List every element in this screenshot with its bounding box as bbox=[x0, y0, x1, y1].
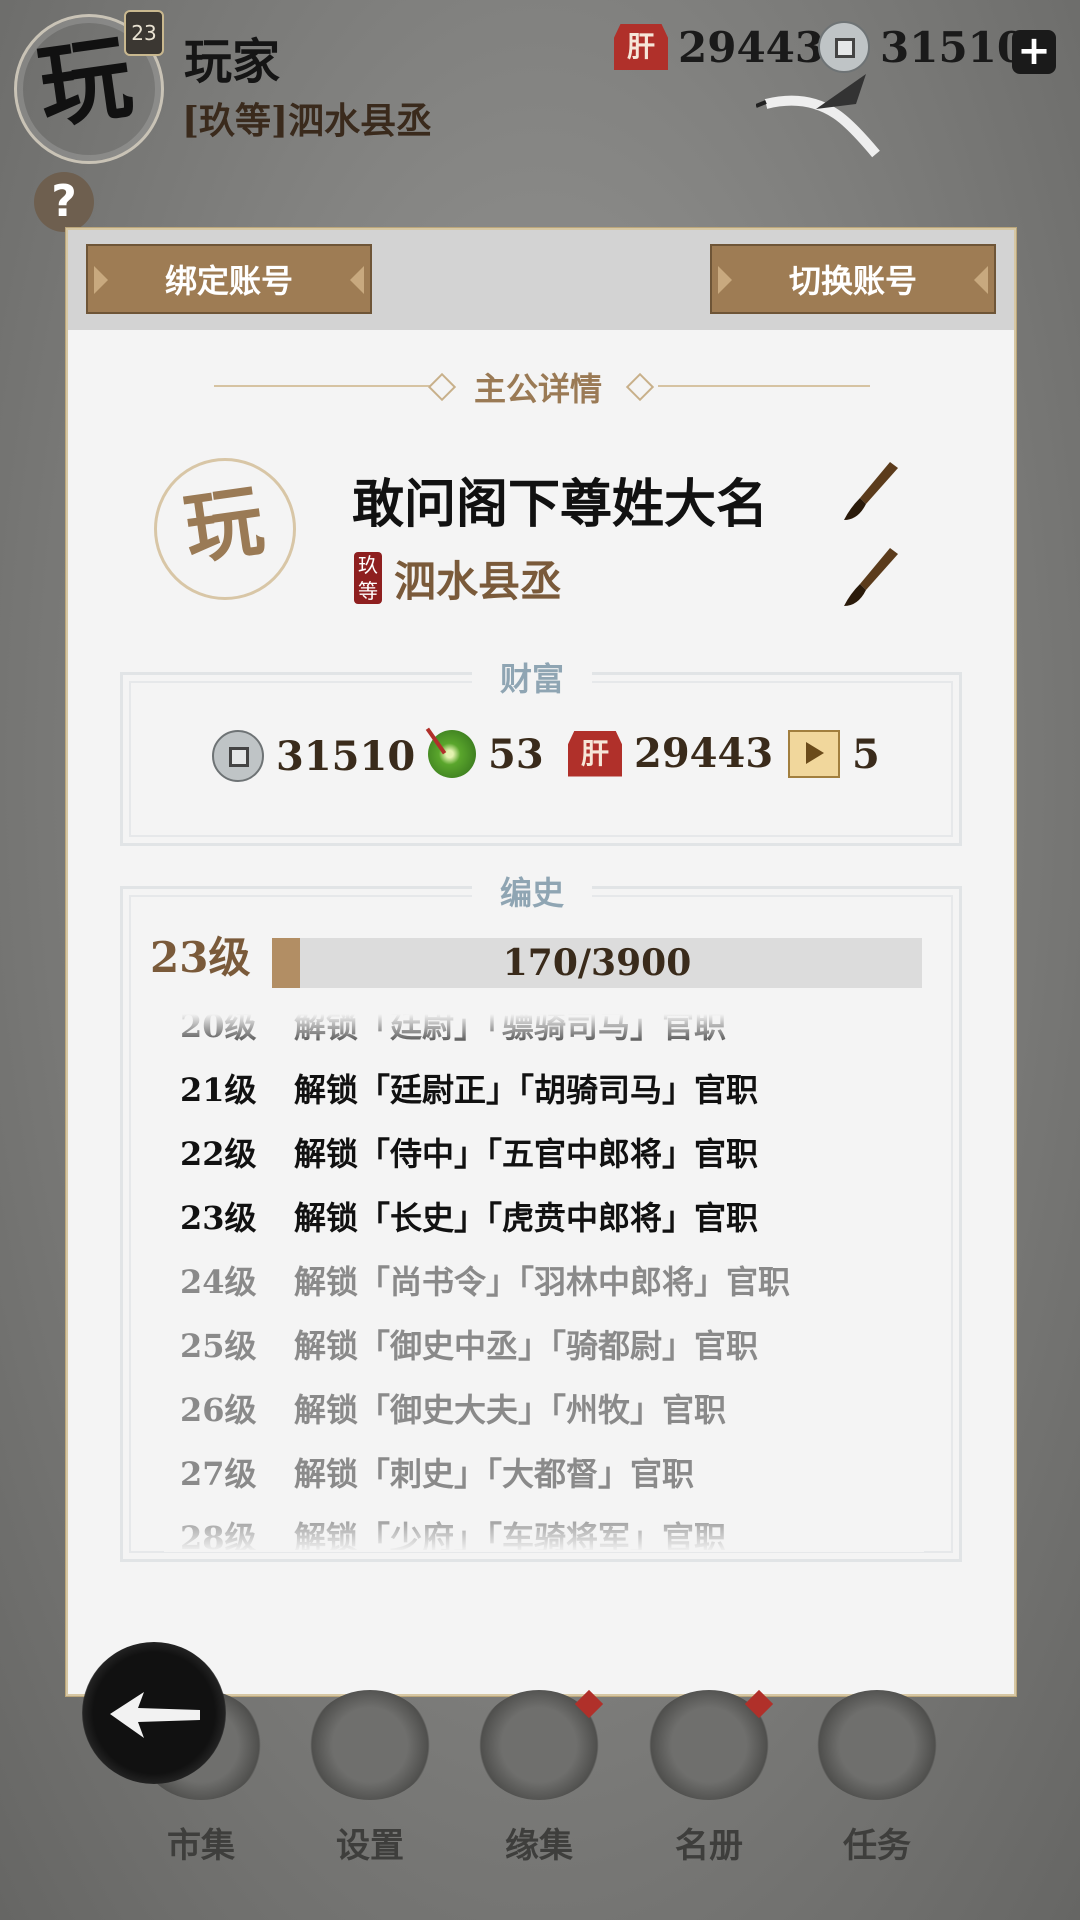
player-rank: [玖等]泗水县丞 bbox=[182, 100, 433, 142]
nav-item-2[interactable]: 缘集 bbox=[474, 1689, 604, 1867]
title-line-left bbox=[214, 385, 430, 387]
unlock-row: 24级 解锁「尚书令」「羽林中郎将」官职 bbox=[164, 1250, 924, 1314]
unlock-row: 25级 解锁「御史中丞」「骑都尉」官职 bbox=[164, 1314, 924, 1378]
unlock-level: 26级 bbox=[180, 1391, 257, 1429]
nav-item-4[interactable]: 任务 bbox=[812, 1690, 942, 1867]
edit-rank-brush-icon[interactable] bbox=[840, 544, 900, 614]
lord-name: 敢问阁下尊姓大名 bbox=[352, 474, 769, 535]
history-progress-text: 170/3900 bbox=[502, 942, 692, 984]
switch-account-button[interactable]: 切换账号 bbox=[710, 244, 996, 314]
scroll-icon bbox=[815, 1690, 939, 1800]
section-title: 主公详情 bbox=[474, 370, 603, 408]
jade-icon bbox=[428, 730, 476, 778]
list-fade-bottom bbox=[164, 1512, 924, 1552]
player-level-badge: 23 bbox=[124, 10, 164, 56]
back-button[interactable] bbox=[82, 1642, 226, 1784]
nav-label: 设置 bbox=[336, 1826, 404, 1866]
wealth-title: 财富 bbox=[472, 654, 593, 700]
unlock-text: 解锁「刺史」「大都督」官职 bbox=[294, 1455, 695, 1493]
back-arrow-icon bbox=[110, 1692, 200, 1738]
nav-label: 任务 bbox=[843, 1826, 911, 1866]
nav-label: 缘集 bbox=[505, 1826, 573, 1866]
liver-icon: 肝 bbox=[568, 730, 622, 777]
diamond-icon bbox=[427, 372, 457, 402]
wealth-liver: 肝 29443 bbox=[568, 730, 773, 777]
wealth-coin: 31510 bbox=[212, 730, 415, 782]
crane-decoration-icon bbox=[756, 74, 880, 158]
nav-label: 市集 bbox=[167, 1826, 235, 1866]
unlock-level: 23级 bbox=[180, 1199, 257, 1237]
unlock-text: 解锁「御史大夫」「州牧」官职 bbox=[294, 1391, 727, 1429]
help-button[interactable]: ? bbox=[34, 172, 94, 232]
edit-name-brush-icon[interactable] bbox=[840, 458, 900, 528]
wealth-jade: 53 bbox=[428, 730, 544, 778]
bind-account-button[interactable]: 绑定账号 bbox=[86, 244, 372, 314]
list-fade-top bbox=[164, 1014, 924, 1054]
settings-icon bbox=[308, 1690, 432, 1800]
coin-icon bbox=[212, 730, 264, 782]
player-name: 玩家 bbox=[184, 34, 281, 90]
unlock-row: 26级 解锁「御史大夫」「州牧」官职 bbox=[164, 1378, 924, 1442]
book-icon bbox=[477, 1689, 604, 1800]
nav-item-3[interactable]: 名册 bbox=[644, 1689, 774, 1867]
title-line-right bbox=[658, 385, 870, 387]
unlock-text: 解锁「御史中丞」「骑都尉」官职 bbox=[294, 1327, 759, 1365]
unlock-text: 解锁「长史」「虎贲中郎将」官职 bbox=[294, 1199, 759, 1237]
unlock-row: 23级 解锁「长史」「虎贲中郎将」官职 bbox=[164, 1186, 924, 1250]
history-title: 编史 bbox=[472, 868, 593, 914]
unlock-row: 27级 解锁「刺史」「大都督」官职 bbox=[164, 1442, 924, 1506]
unlock-level: 24级 bbox=[180, 1263, 257, 1301]
ticket-icon bbox=[788, 730, 840, 778]
unlock-level: 27级 bbox=[180, 1455, 257, 1493]
unlock-level: 22级 bbox=[180, 1135, 257, 1173]
unlock-text: 解锁「廷尉正」「胡骑司马」官职 bbox=[294, 1071, 759, 1109]
notification-dot bbox=[744, 1689, 774, 1719]
nav-label: 名册 bbox=[675, 1826, 743, 1866]
unlock-level: 25级 bbox=[180, 1327, 257, 1365]
wealth-ticket: 5 bbox=[788, 730, 880, 778]
question-icon: ? bbox=[51, 176, 77, 227]
unlock-level: 21级 bbox=[180, 1071, 257, 1109]
diamond-icon bbox=[625, 372, 655, 402]
unlock-text: 解锁「尚书令」「羽林中郎将」官职 bbox=[294, 1263, 791, 1301]
unlock-row: 21级 解锁「廷尉正」「胡骑司马」官职 bbox=[164, 1058, 924, 1122]
nav-item-1[interactable]: 设置 bbox=[305, 1690, 435, 1867]
register-icon bbox=[647, 1689, 774, 1800]
history-level: 23级 bbox=[150, 933, 251, 982]
lord-detail-panel: 绑定账号 切换账号 主公详情 玩 敢问阁下尊姓大名 玖等 泗水县丞 财富 315… bbox=[66, 228, 1016, 1696]
unlock-text: 解锁「侍中」「五官中郎将」官职 bbox=[294, 1135, 759, 1173]
unlock-list[interactable]: 20级解锁「廷尉」「骠骑司马」官职21级解锁「廷尉正」「胡骑司马」官职22级解锁… bbox=[164, 1014, 924, 1550]
rank-seal: 玖等 bbox=[354, 552, 382, 604]
unlock-row: 22级 解锁「侍中」「五官中郎将」官职 bbox=[164, 1122, 924, 1186]
liver-icon: 肝 bbox=[614, 24, 668, 70]
notification-dot bbox=[574, 1689, 604, 1719]
lord-rank: 泗水县丞 bbox=[394, 557, 563, 606]
lord-avatar: 玩 bbox=[178, 475, 269, 576]
add-resource-button[interactable]: + bbox=[1012, 30, 1056, 74]
